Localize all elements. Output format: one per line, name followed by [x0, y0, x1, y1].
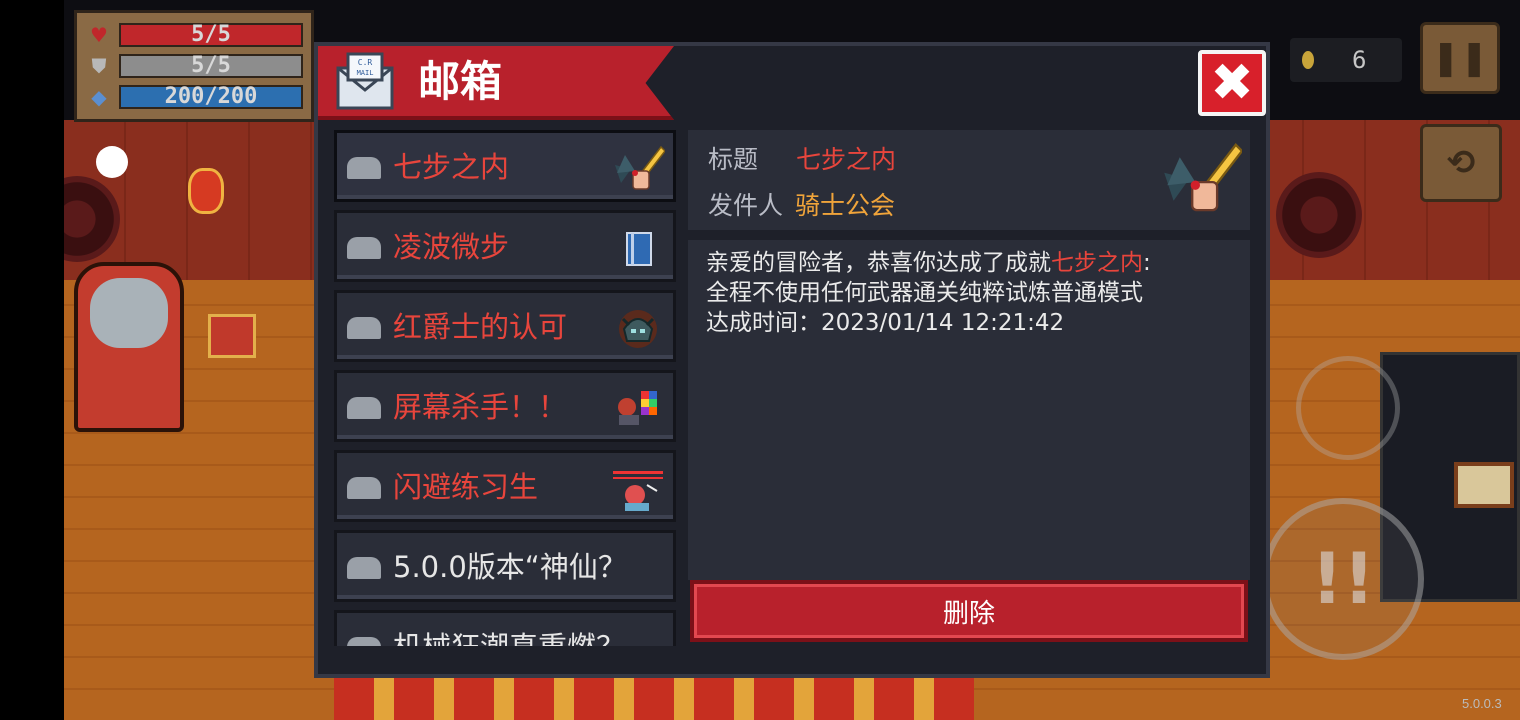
envelope-icon: [347, 637, 381, 646]
sword-icon: [611, 143, 666, 195]
joystick-indicator[interactable]: [96, 146, 128, 178]
coin-count: 6: [1352, 46, 1367, 74]
lantern-icon: [188, 168, 224, 214]
mail-icon: C.R MAIL: [336, 52, 394, 110]
envelope-icon: [347, 237, 381, 259]
envelope-icon: [347, 157, 381, 179]
attack-button[interactable]: !!: [1262, 498, 1424, 660]
gacha-machine: [74, 262, 184, 432]
mailbox-header: C.R MAIL 邮箱: [318, 46, 674, 120]
energy-bar: 200/200: [119, 85, 303, 109]
mailbox-dialog: C.R MAIL 邮箱 ✖ 七步之内 凌波微步 红爵士的认可 屏幕杀手！！ 闪避练习生 5…: [314, 42, 1270, 678]
mail-item-label: 红爵士的认可: [393, 310, 568, 344]
close-icon: ✖: [1210, 53, 1254, 113]
book-icon: [611, 223, 665, 275]
armor-text: 5/5: [191, 53, 231, 78]
mail-item-label: 机械狂潮真重燃？: [393, 629, 625, 646]
detail-title-value: 七步之内: [796, 145, 897, 174]
body-line-3: 达成时间：2023/01/14 12:21:42: [706, 310, 1065, 336]
body-line-1-text: 亲爱的冒险者，恭喜你达成了成就: [706, 250, 1051, 276]
armor-bar: 5/5: [119, 54, 303, 78]
detail-title-row: 标题 七步之内: [708, 144, 896, 176]
armor-row: ⛊ 5/5: [85, 52, 303, 80]
wall-picture: [1454, 462, 1514, 508]
red-sign: [208, 314, 256, 358]
swap-weapon-button[interactable]: ⟲: [1420, 124, 1502, 202]
envelope-icon: [347, 557, 381, 579]
body-line-1: 亲爱的冒险者，恭喜你达成了成就七步之内:: [706, 248, 1232, 278]
mail-item-label: 七步之内: [393, 150, 510, 184]
mail-detail-body: 亲爱的冒险者，恭喜你达成了成就七步之内: 全程不使用任何武器通关纯粹试炼普通模式…: [688, 240, 1250, 580]
wall-rosette: [1276, 172, 1362, 258]
swap-icon: ⟲: [1446, 143, 1476, 183]
heart-icon: ♥: [90, 23, 108, 47]
delete-button[interactable]: 删除: [690, 580, 1248, 642]
mail-item-label: 屏幕杀手！！: [393, 390, 568, 424]
detail-sender-value: 骑士公会: [795, 191, 896, 220]
envelope-icon: [347, 477, 381, 499]
detail-sender-row: 发件人 骑士公会: [708, 190, 895, 222]
version-label: 5.0.0.3: [1462, 696, 1502, 711]
hp-row: ♥ 5/5: [85, 21, 303, 49]
mail-item[interactable]: 红爵士的认可: [334, 290, 676, 362]
pause-icon: ❚❚: [1431, 38, 1489, 78]
hp-bar: 5/5: [119, 23, 303, 47]
close-button[interactable]: ✖: [1198, 50, 1266, 116]
pause-button[interactable]: ❚❚: [1420, 22, 1500, 94]
svg-text:MAIL: MAIL: [357, 69, 374, 77]
mail-item-label: 闪避练习生: [393, 470, 539, 504]
mail-item-label: 凌波微步: [393, 230, 510, 264]
body-highlight: 七步之内: [1051, 250, 1143, 276]
body-line-2: 全程不使用任何武器通关纯粹试炼普通模式: [706, 280, 1143, 306]
skill-button[interactable]: [1296, 356, 1400, 460]
energy-row: ◆ 200/200: [85, 83, 303, 111]
svg-text:C.R: C.R: [358, 58, 373, 67]
shield-icon: ⛊: [91, 54, 107, 78]
mail-item[interactable]: 闪避练习生: [334, 450, 676, 522]
detail-sender-key: 发件人: [708, 191, 784, 220]
mail-item[interactable]: 凌波微步: [334, 210, 676, 282]
envelope-icon: [347, 317, 381, 339]
exclamation-icon: !!: [1311, 538, 1375, 620]
mail-detail-header: 标题 七步之内 发件人 骑士公会: [688, 130, 1250, 230]
mail-list[interactable]: 七步之内凌波微步红爵士的认可屏幕杀手！！ 闪避练习生 5.0.0版本“神仙？ 机械狂潮…: [334, 130, 676, 646]
diamond-icon: ◆: [91, 85, 107, 109]
energy-text: 200/200: [164, 84, 258, 109]
coin-counter: 6: [1290, 38, 1402, 82]
mail-item[interactable]: 屏幕杀手！！: [334, 370, 676, 442]
sword-icon: [1164, 143, 1242, 212]
mail-item-label: 5.0.0版本“神仙？: [393, 550, 627, 584]
detail-title-key: 标题: [708, 145, 759, 174]
dodge-character-icon: [611, 463, 665, 515]
mailbox-title: 邮箱: [418, 57, 503, 106]
mail-item[interactable]: 七步之内: [334, 130, 676, 202]
body-line-1-suffix: :: [1143, 250, 1151, 276]
envelope-icon: [347, 397, 381, 419]
mail-item[interactable]: 机械狂潮真重燃？: [334, 610, 676, 646]
scene-carpet: [334, 676, 974, 720]
player-stats-panel: ♥ 5/5 ⛊ 5/5 ◆ 200/200: [74, 10, 314, 122]
pixel-character-icon: [611, 383, 665, 435]
mail-item[interactable]: 5.0.0版本“神仙？: [334, 530, 676, 602]
coin-icon: [1302, 51, 1314, 69]
delete-label: 删除: [942, 598, 995, 629]
hp-text: 5/5: [191, 22, 231, 47]
helmet-icon: [611, 303, 665, 355]
